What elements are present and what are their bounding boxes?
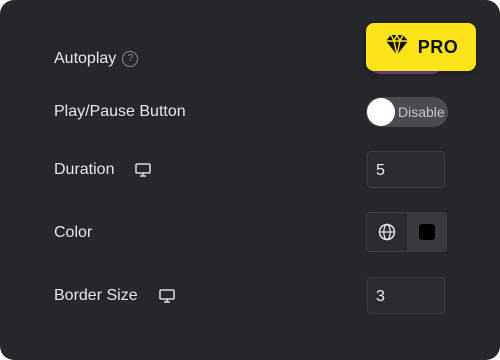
autoplay-row: Autoplay ?: [54, 50, 139, 68]
autoplay-label: Autoplay: [54, 50, 117, 67]
border-size-input[interactable]: 3: [367, 277, 445, 314]
globe-icon[interactable]: [367, 213, 408, 251]
toggle-state-text: Disable: [398, 104, 445, 120]
help-circle-icon[interactable]: ?: [122, 51, 139, 67]
pro-badge[interactable]: PRO: [366, 23, 476, 71]
color-label: Color: [54, 224, 93, 241]
toggle-knob: [367, 98, 395, 126]
settings-panel: Autoplay ? PRO Play/Pause Button Disable…: [0, 0, 500, 360]
duration-label: Duration: [54, 161, 115, 178]
duration-row: Duration: [54, 161, 152, 179]
color-swatch: [419, 224, 435, 240]
diamond-icon: [384, 33, 410, 61]
pro-label: PRO: [417, 36, 459, 57]
play-pause-toggle[interactable]: Disable: [366, 97, 448, 127]
color-swatch-button[interactable]: [408, 213, 446, 251]
play-pause-label: Play/Pause Button: [54, 103, 186, 120]
desktop-icon[interactable]: [158, 288, 176, 304]
duration-input[interactable]: 5: [367, 151, 445, 188]
desktop-icon[interactable]: [134, 162, 152, 178]
border-size-row: Border Size: [54, 287, 176, 305]
color-control: [366, 212, 447, 252]
border-size-label: Border Size: [54, 287, 138, 304]
